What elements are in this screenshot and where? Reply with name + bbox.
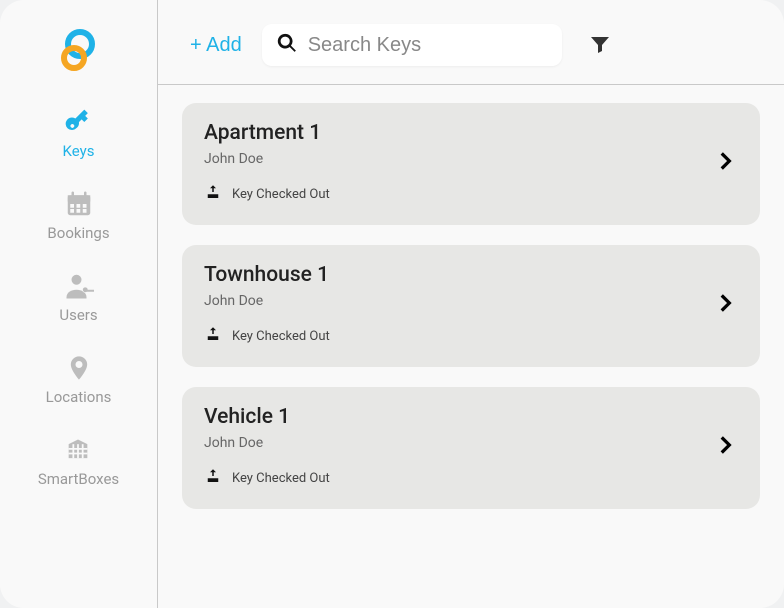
key-status-text: Key Checked Out [232,329,330,344]
search-input[interactable] [308,34,573,57]
key-status: Key Checked Out [204,467,712,489]
sidebar-item-label: SmartBoxes [38,470,119,488]
sidebar-item-locations[interactable]: Locations [46,352,112,406]
filter-button[interactable] [582,26,618,65]
key-title: Apartment 1 [204,121,712,145]
key-status: Key Checked Out [204,325,712,347]
sidebar-item-users[interactable]: Users [59,270,97,324]
sidebar-item-label: Keys [63,142,95,160]
key-owner: John Doe [204,151,712,167]
checkout-icon [204,183,222,205]
sidebar-item-label: Bookings [47,224,109,242]
key-owner: John Doe [204,293,712,309]
key-status-text: Key Checked Out [232,187,330,202]
key-icon [63,106,95,138]
key-card-content: Townhouse 1 John Doe Key Checked Out [204,263,712,347]
sidebar-item-bookings[interactable]: Bookings [47,188,109,242]
add-button[interactable]: + Add [182,30,250,61]
sidebar-item-keys[interactable]: Keys [63,106,95,160]
grid-box-icon [62,434,94,466]
toolbar: + Add [158,0,784,85]
main-panel: + Add Apartment 1 [158,0,784,608]
checkout-icon [204,467,222,489]
search-box[interactable] [262,24,562,66]
sidebar-item-label: Locations [46,388,112,406]
key-title: Townhouse 1 [204,263,712,287]
location-pin-icon [63,352,95,384]
chevron-right-icon [712,148,738,178]
calendar-icon [63,188,95,220]
sidebar-item-smartboxes[interactable]: SmartBoxes [38,434,119,488]
app-logo [56,28,102,74]
key-owner: John Doe [204,435,712,451]
key-status-text: Key Checked Out [232,471,330,486]
key-title: Vehicle 1 [204,405,712,429]
search-icon [276,32,298,58]
sidebar: Keys Bookings [0,0,158,608]
checkout-icon [204,325,222,347]
sidebar-item-label: Users [59,306,97,324]
filter-icon [588,44,612,59]
app-window: Keys Bookings [0,0,784,608]
chevron-right-icon [712,290,738,320]
chevron-right-icon [712,432,738,462]
key-card-content: Apartment 1 John Doe Key Checked Out [204,121,712,205]
key-status: Key Checked Out [204,183,712,205]
key-list: Apartment 1 John Doe Key Checked Out [158,85,784,527]
key-card[interactable]: Apartment 1 John Doe Key Checked Out [182,103,760,225]
key-card[interactable]: Townhouse 1 John Doe Key Checked Out [182,245,760,367]
user-key-icon [63,270,95,302]
key-card[interactable]: Vehicle 1 John Doe Key Checked Out [182,387,760,509]
key-card-content: Vehicle 1 John Doe Key Checked Out [204,405,712,489]
